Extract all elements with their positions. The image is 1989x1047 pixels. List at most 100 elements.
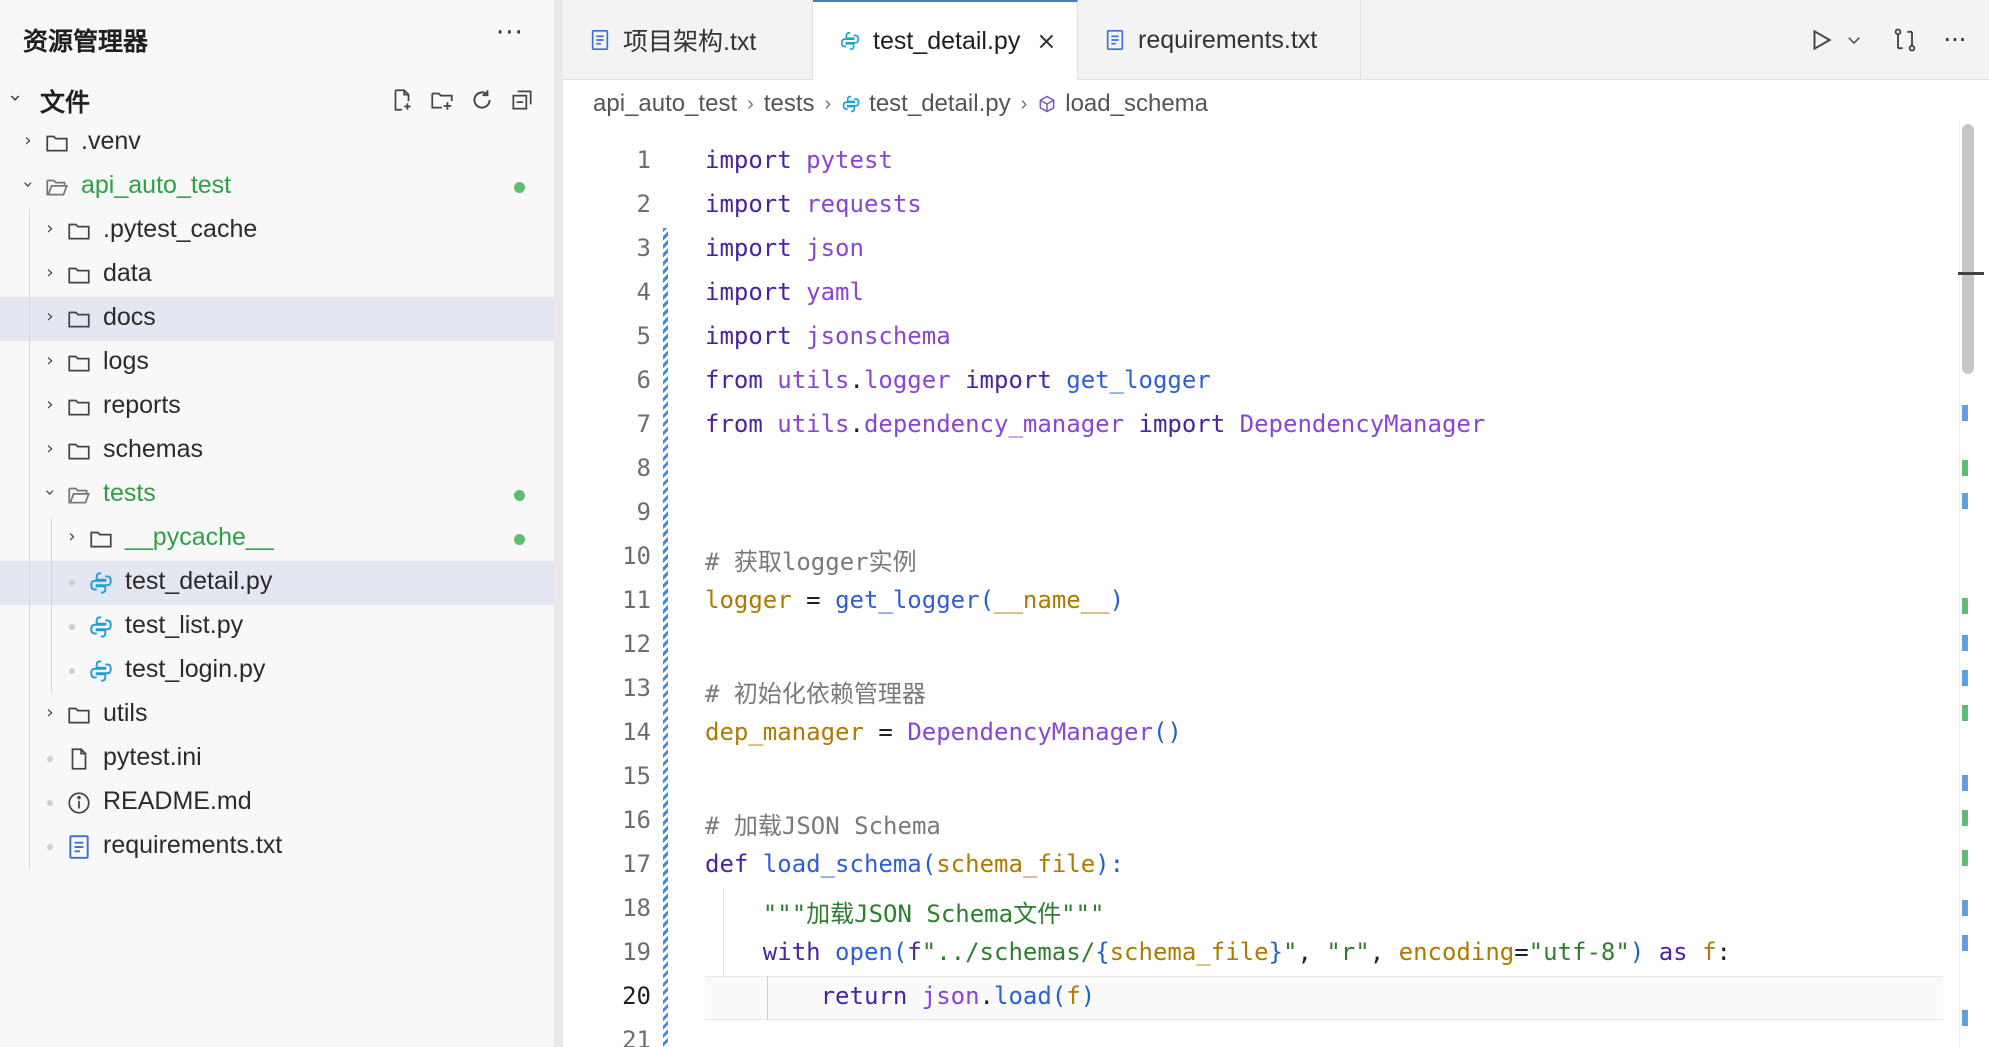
code-line[interactable]: 11 logger = get_logger(__name__): [563, 580, 1943, 624]
chevron-right-icon: ›: [747, 92, 754, 115]
tree-item[interactable]: › logs: [0, 341, 554, 385]
chevron-right-icon[interactable]: ›: [40, 394, 60, 415]
vertical-scrollbar[interactable]: [1958, 120, 1989, 1047]
git-status-dot: [514, 490, 525, 501]
code-line[interactable]: 14 dep_manager = DependencyManager(): [563, 712, 1943, 756]
more-actions-icon[interactable]: ···: [1935, 20, 1975, 60]
code-editor[interactable]: 1 import pytest 2 import requests 3 import js…: [563, 140, 1943, 1047]
run-icon[interactable]: [1801, 20, 1841, 60]
tab-requirements[interactable]: requirements.txt: [1078, 0, 1361, 80]
tab-label: 项目架构.txt: [623, 28, 757, 56]
code-line[interactable]: 10 # 获取logger实例: [563, 536, 1943, 580]
refresh-icon[interactable]: [466, 84, 498, 116]
tree-item[interactable]: › .venv: [0, 121, 554, 165]
chevron-down-icon[interactable]: ›: [4, 94, 28, 102]
code-line[interactable]: 2 import requests: [563, 184, 1943, 228]
chevron-down-icon[interactable]: ›: [18, 175, 39, 195]
code-line[interactable]: 17 def load_schema(schema_file):: [563, 844, 1943, 888]
breadcrumb-item[interactable]: load_schema: [1037, 90, 1208, 118]
explorer-panel: 资源管理器 ··· › 文件 › .venv › api_auto_test › .pyt…: [0, 0, 554, 1047]
code-line[interactable]: 8: [563, 448, 1943, 492]
compare-changes-icon[interactable]: [1885, 20, 1925, 60]
overview-mark: [1962, 900, 1968, 916]
code-line[interactable]: 20 return json.load(f): [563, 976, 1943, 1020]
code-line[interactable]: 3 import json: [563, 228, 1943, 272]
breadcrumb-item[interactable]: api_auto_test: [593, 90, 737, 118]
code-line[interactable]: 16 # 加载JSON Schema: [563, 800, 1943, 844]
line-number: 9: [636, 498, 651, 526]
code-line[interactable]: 12: [563, 624, 1943, 668]
code-line[interactable]: 15: [563, 756, 1943, 800]
tree-item[interactable]: test_login.py: [0, 649, 554, 693]
code-line[interactable]: 21: [563, 1020, 1943, 1047]
code-line[interactable]: 4 import yaml: [563, 272, 1943, 316]
chevron-right-icon[interactable]: ›: [18, 130, 38, 151]
chevron-right-icon[interactable]: ›: [62, 526, 82, 547]
indent-guide: [29, 209, 30, 253]
tree-item[interactable]: test_detail.py: [0, 561, 554, 605]
code-token: open: [835, 938, 893, 966]
tree-item-label: docs: [103, 303, 156, 331]
code-token: encoding: [1398, 938, 1515, 966]
indent-guide: [51, 649, 52, 693]
tree-item[interactable]: test_list.py: [0, 605, 554, 649]
chevron-right-icon[interactable]: ›: [40, 350, 60, 371]
code-line[interactable]: 1 import pytest: [563, 140, 1943, 184]
indent-guide: [29, 693, 30, 737]
indent-guide: [29, 517, 30, 561]
breadcrumb-item[interactable]: tests: [764, 90, 815, 118]
code-line[interactable]: 19 with open(f"../schemas/{schema_file}"…: [563, 932, 1943, 976]
panel-divider[interactable]: [554, 0, 563, 1047]
indent-guide: [29, 737, 30, 781]
code-token: ): [1080, 982, 1096, 1010]
folder-icon: [66, 702, 92, 728]
tree-item[interactable]: › docs: [0, 297, 554, 341]
scrollbar-thumb[interactable]: [1962, 124, 1974, 374]
line-number: 4: [636, 278, 651, 306]
code-line[interactable]: 5 import jsonschema: [563, 316, 1943, 360]
more-actions-icon[interactable]: ···: [496, 18, 524, 48]
code-line[interactable]: 9: [563, 492, 1943, 536]
code-line[interactable]: 7 from utils.dependency_manager import De…: [563, 404, 1943, 448]
chevron-down-icon[interactable]: [1841, 20, 1867, 60]
tree-item[interactable]: README.md: [0, 781, 554, 825]
tree-item[interactable]: › schemas: [0, 429, 554, 473]
code-line[interactable]: 6 from utils.logger import get_logger: [563, 360, 1943, 404]
tree-item[interactable]: › __pycache__: [0, 517, 554, 561]
tab-project-structure[interactable]: 项目架构.txt: [563, 0, 813, 80]
close-icon[interactable]: ×: [1036, 27, 1056, 55]
code-token: .: [849, 366, 864, 394]
code-token: (): [1152, 718, 1182, 746]
tree-item[interactable]: requirements.txt: [0, 825, 554, 869]
chevron-right-icon[interactable]: ›: [40, 438, 60, 459]
collapse-all-icon[interactable]: [506, 84, 538, 116]
code-line[interactable]: 13 # 初始化依赖管理器: [563, 668, 1943, 712]
chevron-right-icon[interactable]: ›: [40, 702, 60, 723]
tree-item[interactable]: › tests: [0, 473, 554, 517]
tab-test-detail[interactable]: test_detail.py ×: [813, 0, 1078, 80]
tree-item[interactable]: › data: [0, 253, 554, 297]
chevron-right-icon[interactable]: ›: [40, 306, 60, 327]
tree-item-label: reports: [103, 391, 181, 419]
tree-item[interactable]: › reports: [0, 385, 554, 429]
folder-icon: [66, 350, 92, 376]
chevron-down-icon[interactable]: ›: [40, 483, 61, 503]
tree-item[interactable]: › .pytest_cache: [0, 209, 554, 253]
code-text: from utils.logger import get_logger: [705, 366, 1211, 394]
new-file-icon[interactable]: [386, 84, 418, 116]
tree-item[interactable]: pytest.ini: [0, 737, 554, 781]
new-folder-icon[interactable]: [426, 84, 458, 116]
code-line[interactable]: 18 """加载JSON Schema文件""": [563, 888, 1943, 932]
folder-icon: [66, 306, 92, 332]
tree-item[interactable]: › utils: [0, 693, 554, 737]
line-number: 14: [622, 718, 651, 746]
breadcrumb-item[interactable]: test_detail.py: [841, 90, 1011, 118]
tree-item-label: data: [103, 259, 152, 287]
files-section-header[interactable]: › 文件: [0, 80, 554, 120]
chevron-right-icon[interactable]: ›: [40, 218, 60, 239]
tree-item[interactable]: › api_auto_test: [0, 165, 554, 209]
chevron-right-icon[interactable]: ›: [40, 262, 60, 283]
line-number: 20: [622, 982, 651, 1010]
